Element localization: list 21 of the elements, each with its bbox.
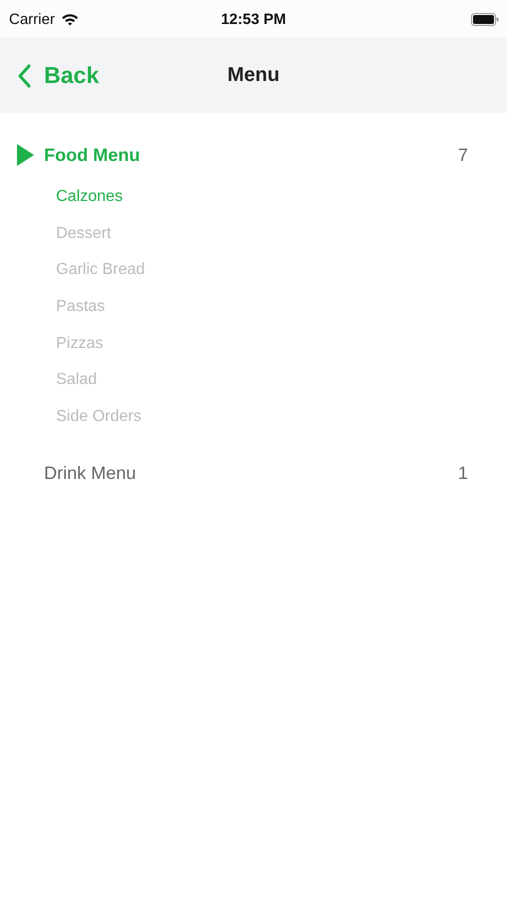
- subcategory-item[interactable]: Side Orders: [56, 399, 142, 436]
- category-item[interactable]: Food Menu 7: [0, 139, 468, 171]
- chevron-left-icon: [17, 64, 31, 88]
- category-item[interactable]: Drink Menu 1: [0, 458, 468, 490]
- subcategory-item[interactable]: Salad: [56, 362, 97, 400]
- category-label: Food Menu: [44, 144, 141, 166]
- status-time: 12:53 PM: [220, 10, 286, 28]
- wifi-icon: [60, 12, 79, 26]
- category-label: Drink Menu: [44, 463, 138, 484]
- item-count: 1: [458, 463, 468, 484]
- subcategory-item[interactable]: Pastas: [56, 289, 105, 326]
- subcategory-item[interactable]: Pizzas: [56, 326, 104, 362]
- subcategory-item[interactable]: Dessert: [56, 216, 112, 252]
- carrier-name: Carrier: [9, 10, 55, 28]
- subcategory-item[interactable]: Calzones: [56, 179, 123, 216]
- item-count: 7: [458, 144, 468, 166]
- triangle-icon: [16, 143, 35, 167]
- screen-title: Menu: [227, 64, 280, 87]
- battery-icon: [471, 12, 499, 26]
- subcategory-item[interactable]: Garlic Bread: [56, 252, 145, 290]
- back-button[interactable]: Back: [0, 62, 99, 89]
